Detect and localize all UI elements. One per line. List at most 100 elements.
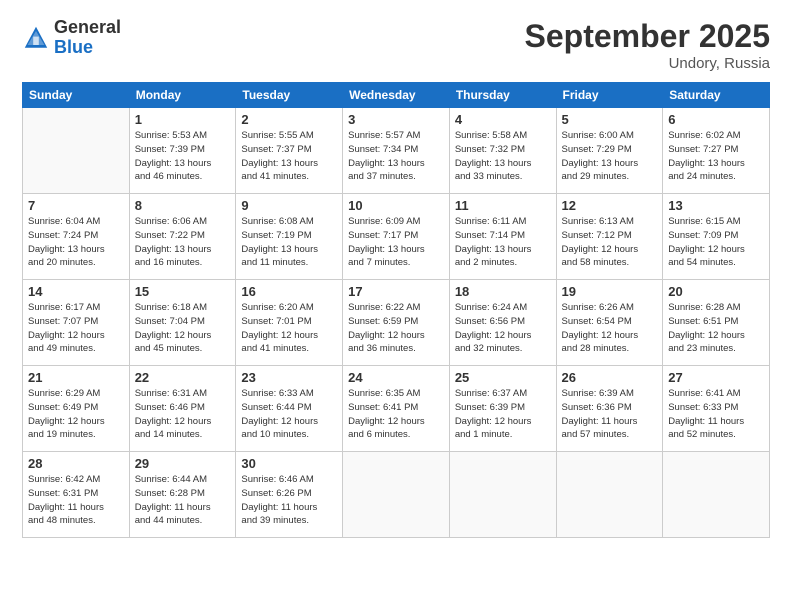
table-row: 29 Sunrise: 6:44 AMSunset: 6:28 PMDayligh… bbox=[129, 452, 236, 538]
table-row: 8Sunrise: 6:06 AMSunset: 7:22 PMDaylight… bbox=[129, 194, 236, 280]
table-row: 13Sunrise: 6:15 AMSunset: 7:09 PMDayligh… bbox=[663, 194, 770, 280]
table-row bbox=[449, 452, 556, 538]
weekday-header-row: Sunday Monday Tuesday Wednesday Thursday… bbox=[23, 83, 770, 108]
day-info: Sunrise: 6:06 AMSunset: 7:22 PMDaylight:… bbox=[135, 215, 231, 270]
day-number: 24 bbox=[348, 370, 444, 385]
day-number: 17 bbox=[348, 284, 444, 299]
table-row: 23 Sunrise: 6:33 AMSunset: 6:44 PMDayligh… bbox=[236, 366, 343, 452]
logo-general-label: General bbox=[54, 18, 121, 38]
day-number: 11 bbox=[455, 198, 551, 213]
table-row: 16 Sunrise: 6:20 AMSunset: 7:01 PMDayligh… bbox=[236, 280, 343, 366]
day-number: 4 bbox=[455, 112, 551, 127]
table-row: 19 Sunrise: 6:26 AMSunset: 6:54 PMDayligh… bbox=[556, 280, 663, 366]
header-friday: Friday bbox=[556, 83, 663, 108]
day-number: 18 bbox=[455, 284, 551, 299]
day-info: Sunrise: 6:22 AMSunset: 6:59 PMDaylight:… bbox=[348, 301, 444, 356]
day-info: Sunrise: 6:00 AMSunset: 7:29 PMDaylight:… bbox=[562, 129, 658, 184]
day-number: 1 bbox=[135, 112, 231, 127]
table-row: 10 Sunrise: 6:09 AMSunset: 7:17 PMDayligh… bbox=[343, 194, 450, 280]
day-number: 14 bbox=[28, 284, 124, 299]
day-number: 15 bbox=[135, 284, 231, 299]
table-row: 27Sunrise: 6:41 AMSunset: 6:33 PMDayligh… bbox=[663, 366, 770, 452]
table-row: 30 Sunrise: 6:46 AMSunset: 6:26 PMDayligh… bbox=[236, 452, 343, 538]
day-number: 16 bbox=[241, 284, 337, 299]
day-number: 26 bbox=[562, 370, 658, 385]
day-info: Sunrise: 6:42 AMSunset: 6:31 PMDaylight:… bbox=[28, 473, 124, 528]
table-row: 4 Sunrise: 5:58 AMSunset: 7:32 PMDaylight… bbox=[449, 108, 556, 194]
calendar-week-row: 14Sunrise: 6:17 AMSunset: 7:07 PMDayligh… bbox=[23, 280, 770, 366]
day-number: 21 bbox=[28, 370, 124, 385]
table-row: 25 Sunrise: 6:37 AMSunset: 6:39 PMDayligh… bbox=[449, 366, 556, 452]
table-row: 21Sunrise: 6:29 AMSunset: 6:49 PMDayligh… bbox=[23, 366, 130, 452]
page: General Blue September 2025 Undory, Russ… bbox=[0, 0, 792, 612]
logo-text: General Blue bbox=[54, 18, 121, 58]
table-row: 28 Sunrise: 6:42 AMSunset: 6:31 PMDayligh… bbox=[23, 452, 130, 538]
day-info: Sunrise: 6:39 AMSunset: 6:36 PMDaylight:… bbox=[562, 387, 658, 442]
header-monday: Monday bbox=[129, 83, 236, 108]
table-row: 2 Sunrise: 5:55 AMSunset: 7:37 PMDaylight… bbox=[236, 108, 343, 194]
day-number: 30 bbox=[241, 456, 337, 471]
day-number: 10 bbox=[348, 198, 444, 213]
day-info: Sunrise: 6:37 AMSunset: 6:39 PMDaylight:… bbox=[455, 387, 551, 442]
table-row: 14Sunrise: 6:17 AMSunset: 7:07 PMDayligh… bbox=[23, 280, 130, 366]
day-number: 22 bbox=[135, 370, 231, 385]
table-row: 26 Sunrise: 6:39 AMSunset: 6:36 PMDayligh… bbox=[556, 366, 663, 452]
day-number: 7 bbox=[28, 198, 124, 213]
location: Undory, Russia bbox=[525, 55, 770, 72]
table-row: 17 Sunrise: 6:22 AMSunset: 6:59 PMDayligh… bbox=[343, 280, 450, 366]
calendar-week-row: 1 Sunrise: 5:53 AMSunset: 7:39 PMDaylight… bbox=[23, 108, 770, 194]
day-number: 2 bbox=[241, 112, 337, 127]
month-title: September 2025 bbox=[525, 18, 770, 55]
day-number: 3 bbox=[348, 112, 444, 127]
day-info: Sunrise: 5:57 AMSunset: 7:34 PMDaylight:… bbox=[348, 129, 444, 184]
day-info: Sunrise: 6:44 AMSunset: 6:28 PMDaylight:… bbox=[135, 473, 231, 528]
table-row: 3 Sunrise: 5:57 AMSunset: 7:34 PMDaylight… bbox=[343, 108, 450, 194]
day-info: Sunrise: 6:20 AMSunset: 7:01 PMDaylight:… bbox=[241, 301, 337, 356]
day-number: 12 bbox=[562, 198, 658, 213]
day-number: 20 bbox=[668, 284, 764, 299]
table-row: 1 Sunrise: 5:53 AMSunset: 7:39 PMDaylight… bbox=[129, 108, 236, 194]
table-row: 6Sunrise: 6:02 AMSunset: 7:27 PMDaylight… bbox=[663, 108, 770, 194]
logo-blue-label: Blue bbox=[54, 38, 121, 58]
day-info: Sunrise: 6:11 AMSunset: 7:14 PMDaylight:… bbox=[455, 215, 551, 270]
day-info: Sunrise: 5:55 AMSunset: 7:37 PMDaylight:… bbox=[241, 129, 337, 184]
header-wednesday: Wednesday bbox=[343, 83, 450, 108]
table-row: 18 Sunrise: 6:24 AMSunset: 6:56 PMDayligh… bbox=[449, 280, 556, 366]
header-tuesday: Tuesday bbox=[236, 83, 343, 108]
calendar-week-row: 28 Sunrise: 6:42 AMSunset: 6:31 PMDayligh… bbox=[23, 452, 770, 538]
day-info: Sunrise: 6:33 AMSunset: 6:44 PMDaylight:… bbox=[241, 387, 337, 442]
logo: General Blue bbox=[22, 18, 121, 58]
day-number: 23 bbox=[241, 370, 337, 385]
day-number: 5 bbox=[562, 112, 658, 127]
table-row: 24 Sunrise: 6:35 AMSunset: 6:41 PMDayligh… bbox=[343, 366, 450, 452]
table-row bbox=[343, 452, 450, 538]
calendar-week-row: 7 Sunrise: 6:04 AMSunset: 7:24 PMDaylight… bbox=[23, 194, 770, 280]
table-row: 11 Sunrise: 6:11 AMSunset: 7:14 PMDayligh… bbox=[449, 194, 556, 280]
table-row: 15Sunrise: 6:18 AMSunset: 7:04 PMDayligh… bbox=[129, 280, 236, 366]
day-info: Sunrise: 6:31 AMSunset: 6:46 PMDaylight:… bbox=[135, 387, 231, 442]
day-info: Sunrise: 6:08 AMSunset: 7:19 PMDaylight:… bbox=[241, 215, 337, 270]
day-info: Sunrise: 5:53 AMSunset: 7:39 PMDaylight:… bbox=[135, 129, 231, 184]
table-row bbox=[663, 452, 770, 538]
day-info: Sunrise: 6:46 AMSunset: 6:26 PMDaylight:… bbox=[241, 473, 337, 528]
table-row: 22 Sunrise: 6:31 AMSunset: 6:46 PMDayligh… bbox=[129, 366, 236, 452]
header-saturday: Saturday bbox=[663, 83, 770, 108]
day-number: 19 bbox=[562, 284, 658, 299]
logo-icon bbox=[22, 24, 50, 52]
day-number: 9 bbox=[241, 198, 337, 213]
table-row: 12Sunrise: 6:13 AMSunset: 7:12 PMDayligh… bbox=[556, 194, 663, 280]
day-info: Sunrise: 6:24 AMSunset: 6:56 PMDaylight:… bbox=[455, 301, 551, 356]
day-info: Sunrise: 6:26 AMSunset: 6:54 PMDaylight:… bbox=[562, 301, 658, 356]
table-row bbox=[23, 108, 130, 194]
day-info: Sunrise: 6:09 AMSunset: 7:17 PMDaylight:… bbox=[348, 215, 444, 270]
header-sunday: Sunday bbox=[23, 83, 130, 108]
day-info: Sunrise: 6:04 AMSunset: 7:24 PMDaylight:… bbox=[28, 215, 124, 270]
day-info: Sunrise: 6:41 AMSunset: 6:33 PMDaylight:… bbox=[668, 387, 764, 442]
day-info: Sunrise: 5:58 AMSunset: 7:32 PMDaylight:… bbox=[455, 129, 551, 184]
day-number: 28 bbox=[28, 456, 124, 471]
table-row: 7 Sunrise: 6:04 AMSunset: 7:24 PMDaylight… bbox=[23, 194, 130, 280]
day-number: 29 bbox=[135, 456, 231, 471]
table-row: 9 Sunrise: 6:08 AMSunset: 7:19 PMDaylight… bbox=[236, 194, 343, 280]
day-info: Sunrise: 6:35 AMSunset: 6:41 PMDaylight:… bbox=[348, 387, 444, 442]
day-number: 25 bbox=[455, 370, 551, 385]
